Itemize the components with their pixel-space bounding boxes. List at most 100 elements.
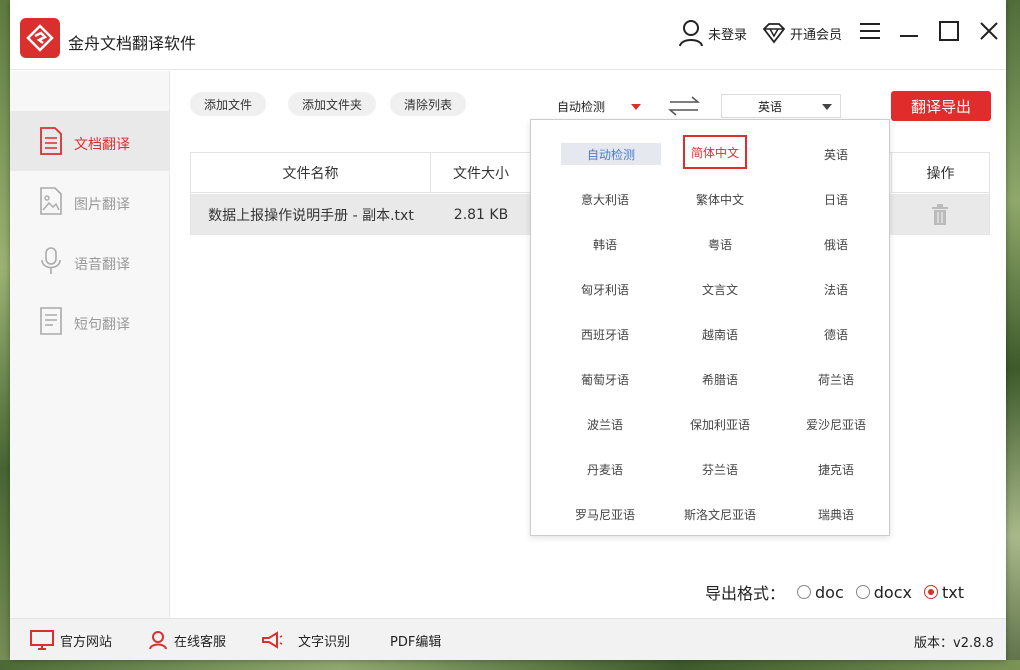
background-left	[0, 0, 10, 670]
language-option[interactable]: 捷克语	[786, 458, 886, 480]
add-file-button[interactable]: 添加文件	[190, 92, 267, 116]
minimize-button[interactable]	[892, 14, 926, 48]
language-option[interactable]: 爱沙尼亚语	[786, 413, 886, 435]
chevron-down-icon	[631, 104, 641, 110]
radio-txt[interactable]	[923, 585, 938, 599]
sidebar-item-label: 图片翻译	[74, 197, 130, 213]
format-option-label: docx	[873, 582, 912, 602]
delete-button[interactable]	[891, 194, 989, 235]
language-option[interactable]: 瑞典语	[786, 503, 886, 525]
language-option[interactable]: 英语	[786, 143, 886, 165]
language-option[interactable]: 简体中文	[683, 135, 747, 169]
title-bar: 金舟文档翻译软件 未登录 开通会员	[10, 0, 1006, 70]
language-option[interactable]: 自动检测	[561, 143, 661, 165]
login-button[interactable]: 未登录	[678, 18, 747, 48]
ocr-link[interactable]: 文字识别	[260, 629, 350, 651]
close-button[interactable]	[972, 14, 1006, 48]
language-option[interactable]: 文言文	[670, 278, 770, 300]
user-icon	[679, 20, 703, 47]
add-folder-button[interactable]: 添加文件夹	[288, 92, 377, 116]
sidebar-item-document[interactable]: 文档翻译	[10, 111, 170, 171]
language-option[interactable]: 荷兰语	[786, 368, 886, 390]
language-option[interactable]: 葡萄牙语	[555, 368, 655, 390]
language-option[interactable]: 芬兰语	[670, 458, 770, 480]
source-language-select[interactable]: 自动检测	[530, 94, 650, 118]
language-option[interactable]: 丹麦语	[555, 458, 655, 480]
language-option[interactable]: 越南语	[670, 323, 770, 345]
pdf-label: PDF编辑	[390, 634, 442, 650]
format-option-label: doc	[815, 582, 844, 602]
language-option[interactable]: 西班牙语	[555, 323, 655, 345]
target-language-select[interactable]: 英语	[721, 94, 841, 118]
format-option-label: txt	[941, 582, 964, 602]
document-icon	[40, 127, 62, 155]
vip-button[interactable]: 开通会员	[762, 18, 842, 48]
monitor-icon	[30, 630, 54, 650]
sidebar-item-label: 文档翻译	[74, 137, 130, 153]
export-format-label: 导出格式：	[705, 584, 786, 603]
export-format-group: 导出格式： doc docx txt	[705, 581, 964, 604]
swap-icon[interactable]	[668, 96, 700, 116]
app-title: 金舟文档翻译软件	[68, 34, 197, 53]
language-option[interactable]: 匈牙利语	[555, 278, 655, 300]
sidebar-item-label: 语音翻译	[74, 257, 130, 273]
footer-bar: 官方网站 在线客服 文字识别 PDF编辑 版本：v2.8.8	[10, 618, 1006, 660]
microphone-icon	[41, 247, 61, 274]
radio-docx[interactable]	[855, 585, 870, 599]
language-option[interactable]: 波兰语	[555, 413, 655, 435]
service-label: 在线客服	[174, 634, 227, 650]
pdf-link[interactable]: PDF编辑	[390, 629, 441, 651]
hamburger-icon	[860, 23, 880, 39]
trash-icon	[932, 203, 948, 225]
megaphone-icon	[262, 631, 283, 649]
language-option[interactable]: 罗马尼亚语	[555, 503, 655, 525]
chevron-down-icon	[822, 104, 832, 110]
sidebar-item-sentence[interactable]: 短句翻译	[10, 291, 170, 351]
file-size-cell: 2.81 KB	[453, 206, 509, 223]
image-icon	[40, 187, 62, 215]
language-option[interactable]: 俄语	[786, 233, 886, 255]
website-label: 官方网站	[60, 634, 113, 650]
column-header-name: 文件名称	[191, 153, 431, 193]
language-option[interactable]: 日语	[786, 188, 886, 210]
sidebar: 文档翻译 图片翻译 语音翻译 短句翻译	[10, 71, 170, 618]
person-icon	[149, 631, 167, 650]
close-icon	[980, 22, 998, 40]
language-option[interactable]: 希腊语	[670, 368, 770, 390]
radio-doc[interactable]	[797, 585, 812, 599]
app-logo-icon	[20, 18, 60, 58]
sidebar-item-image[interactable]: 图片翻译	[10, 171, 170, 231]
version-label: 版本：v2.8.8	[914, 636, 994, 651]
maximize-icon	[939, 21, 959, 41]
translate-export-button[interactable]: 翻译导出	[891, 91, 991, 121]
service-link[interactable]: 在线客服	[148, 629, 226, 651]
language-option[interactable]: 韩语	[555, 233, 655, 255]
clear-list-button[interactable]: 清除列表	[390, 92, 467, 116]
vip-label: 开通会员	[790, 27, 843, 43]
language-dropdown: 自动检测 简体中文 英语 意大利语 繁体中文 日语 韩语 粤语 俄语 匈牙利语 …	[530, 119, 890, 536]
sidebar-item-label: 短句翻译	[74, 317, 130, 333]
text-doc-icon	[40, 307, 62, 335]
diamond-icon	[762, 23, 786, 44]
language-option[interactable]: 意大利语	[555, 188, 655, 210]
source-language-value: 自动检测	[556, 99, 605, 114]
language-option[interactable]: 粤语	[670, 233, 770, 255]
background-bottom	[0, 660, 1020, 670]
language-option[interactable]: 保加利亚语	[670, 413, 770, 435]
background-right	[1006, 0, 1020, 670]
sidebar-item-voice[interactable]: 语音翻译	[10, 231, 170, 291]
ocr-label: 文字识别	[298, 634, 351, 650]
column-header-size: 文件大小	[453, 166, 509, 182]
language-option[interactable]: 繁体中文	[670, 188, 770, 210]
maximize-button[interactable]	[932, 14, 966, 48]
minimize-icon	[900, 35, 918, 37]
language-option[interactable]: 斯洛文尼亚语	[670, 503, 770, 525]
language-option[interactable]: 法语	[786, 278, 886, 300]
website-link[interactable]: 官方网站	[30, 629, 112, 651]
file-name-cell: 数据上报操作说明手册 - 副本.txt	[208, 207, 414, 224]
target-language-value: 英语	[757, 99, 782, 114]
column-header-action: 操作	[891, 153, 989, 193]
menu-button[interactable]	[853, 14, 887, 48]
language-option[interactable]: 德语	[786, 323, 886, 345]
app-window: 金舟文档翻译软件 未登录 开通会员 文档翻译 图片翻译 语音翻译 短句翻译 添加…	[10, 0, 1006, 660]
